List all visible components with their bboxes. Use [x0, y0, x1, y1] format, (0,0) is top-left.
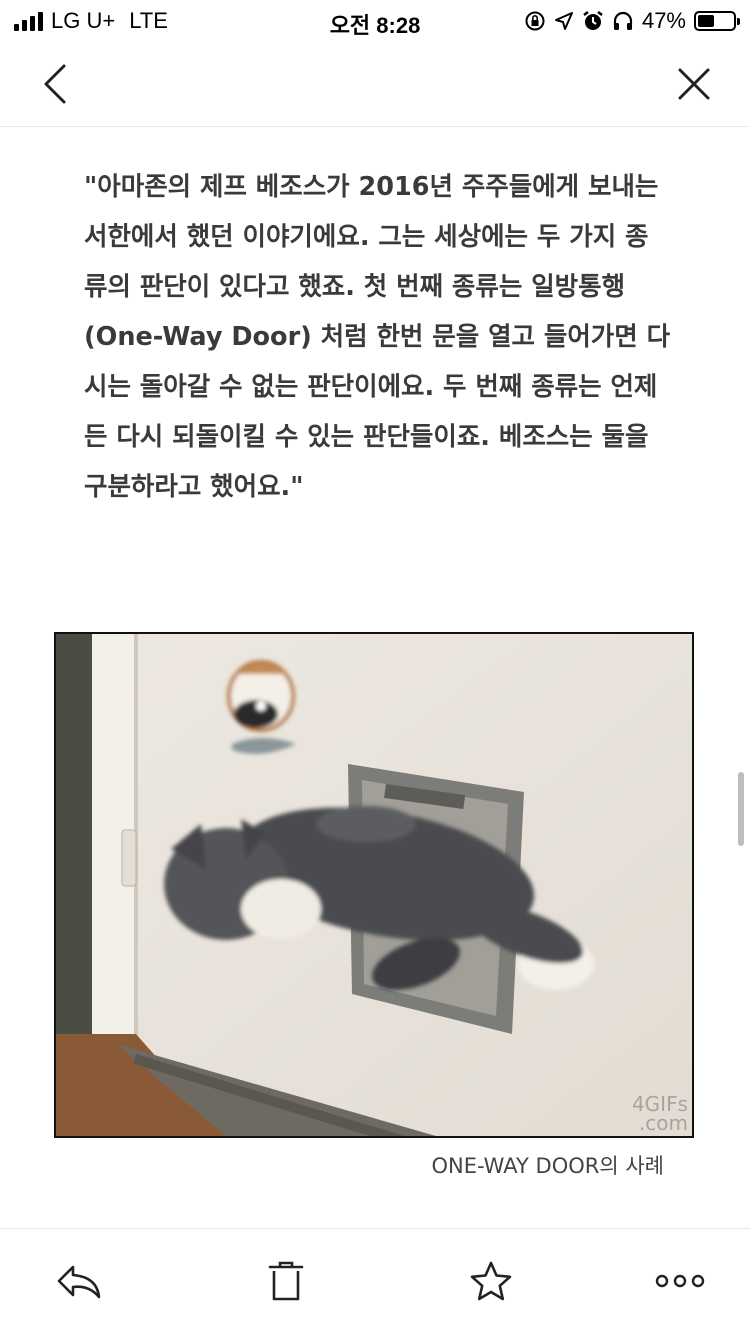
reply-button[interactable] [54, 1259, 104, 1303]
more-icon [655, 1274, 705, 1288]
image-caption: ONE-WAY DOOR의 사례 [431, 1154, 664, 1178]
location-icon [554, 12, 573, 30]
scroll-indicator[interactable] [738, 772, 744, 846]
cat-door-illustration: 4GIFs .com [56, 634, 692, 1136]
article-image: 4GIFs .com [54, 632, 694, 1138]
battery-icon [694, 11, 740, 31]
more-button[interactable] [652, 1259, 708, 1303]
nav-bar [0, 40, 750, 127]
star-icon [470, 1261, 512, 1301]
reply-icon [57, 1265, 101, 1299]
bottom-toolbar [0, 1228, 750, 1335]
close-icon[interactable] [674, 64, 714, 104]
chevron-left-icon[interactable] [36, 62, 76, 106]
headphones-icon [613, 11, 633, 30]
battery-percent: 47% [641, 8, 686, 33]
article-quote: "아마존의 제프 베조스가 2016년 주주들에게 보내는 서한에서 했던 이야… [84, 172, 671, 502]
status-bar: LG U+ LTE 오전 8:28 47% [0, 0, 750, 40]
status-right: 47% [524, 8, 740, 34]
alarm-icon [583, 11, 603, 30]
watermark-line2: .com [639, 1111, 688, 1135]
trash-icon [268, 1261, 304, 1301]
favorite-button[interactable] [466, 1259, 516, 1303]
battery-fill [698, 15, 714, 27]
delete-button[interactable] [261, 1259, 311, 1303]
lock-rotation-icon [525, 11, 545, 31]
